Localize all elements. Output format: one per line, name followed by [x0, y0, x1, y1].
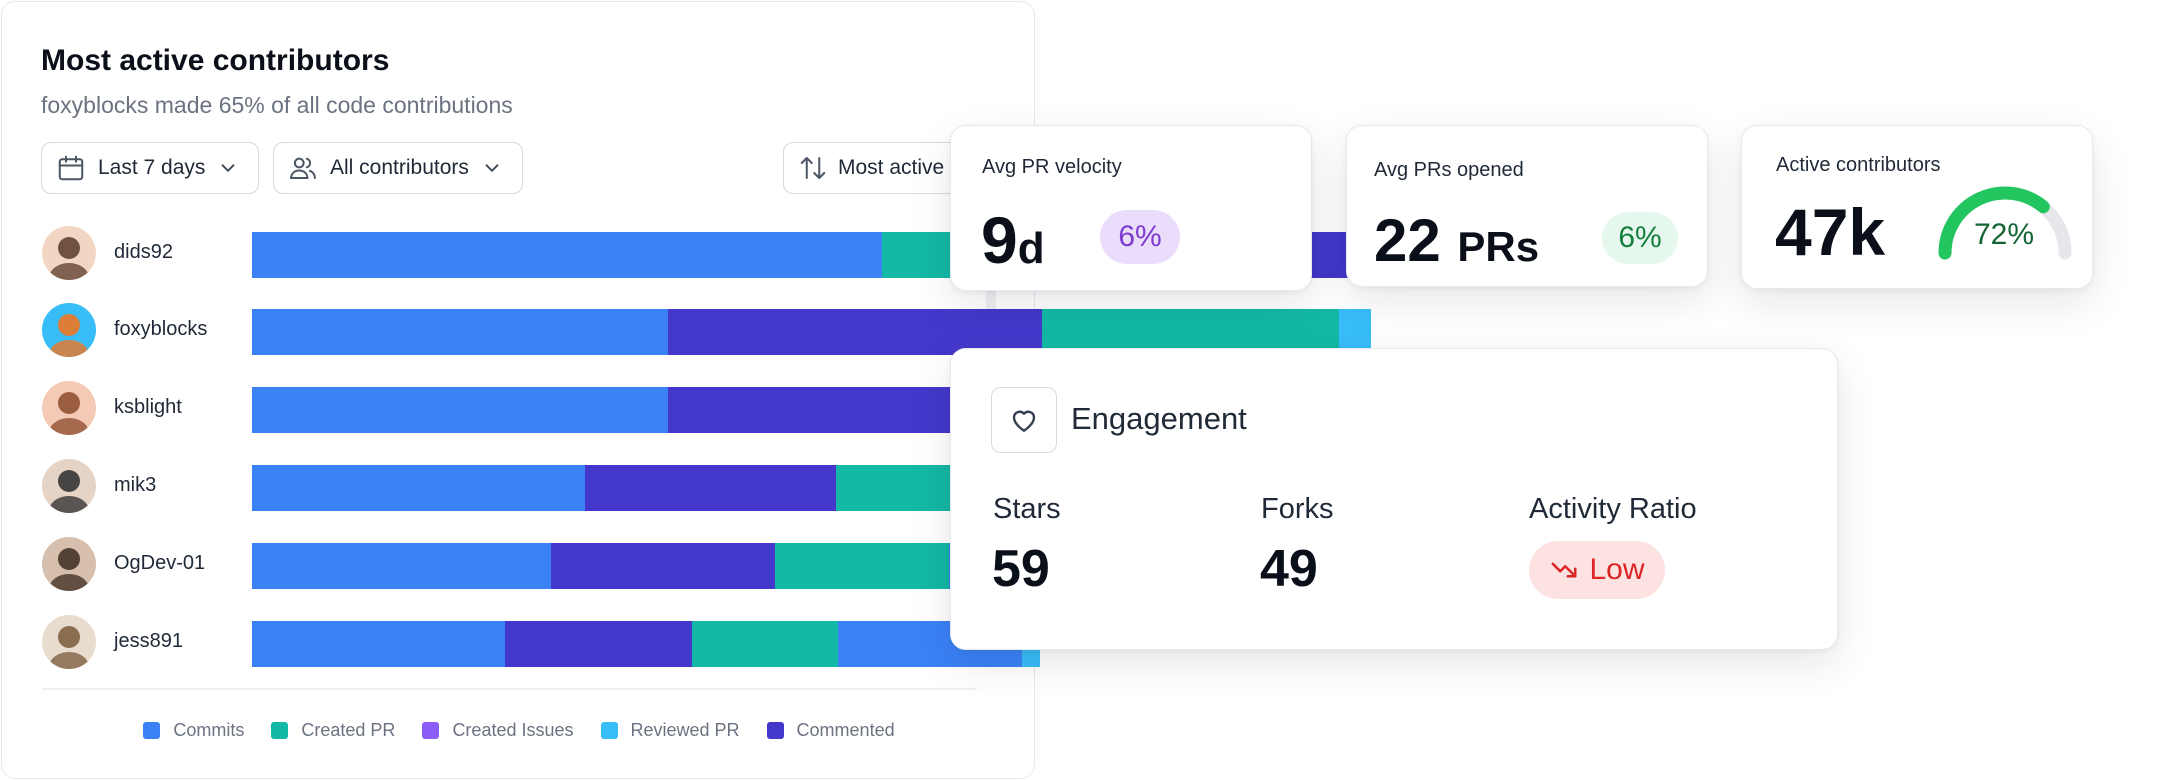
- bar-segment-commented[interactable]: [504, 621, 693, 667]
- contributor-row[interactable]: ksblight: [42, 381, 1273, 437]
- legend-swatch: [600, 722, 618, 739]
- bar-segment-commits[interactable]: [252, 621, 505, 667]
- chart-legend: Commits Created PR Created Issues Reviewed …: [2, 720, 1036, 741]
- velocity-unit: d: [1017, 224, 1045, 273]
- users-icon: [290, 157, 316, 179]
- prs-number: 22: [1374, 207, 1441, 274]
- contributor-name[interactable]: foxyblocks: [114, 318, 207, 341]
- sort-dropdown[interactable]: Most active: [783, 142, 963, 194]
- avatar: [42, 615, 96, 669]
- change-badge: 6%: [1602, 212, 1678, 264]
- contributor-row[interactable]: foxyblocks: [42, 303, 1372, 359]
- time-range-label: Last 7 days: [98, 156, 206, 179]
- contributor-name[interactable]: jess891: [114, 630, 183, 653]
- legend-item: Created PR: [271, 720, 395, 741]
- contribution-bar[interactable]: [252, 621, 1040, 667]
- contributor-row[interactable]: mik3: [42, 459, 1204, 515]
- activity-ratio-label: Activity Ratio: [1529, 493, 1697, 525]
- legend-label: Created Issues: [452, 720, 574, 740]
- stat-label: Avg PRs opened: [1374, 159, 1524, 181]
- stat-label: Active contributors: [1776, 154, 1941, 176]
- legend-swatch: [422, 722, 440, 739]
- bar-segment-commits[interactable]: [252, 543, 551, 589]
- sort-icon: [800, 157, 826, 179]
- contributor-name[interactable]: dids92: [114, 241, 173, 264]
- chevron-down-icon: [485, 164, 499, 173]
- legend-item: Commits: [143, 720, 244, 741]
- stat-label: Avg PR velocity: [982, 156, 1122, 178]
- gauge-label: 72%: [1973, 218, 2035, 251]
- avatar: [42, 303, 96, 357]
- avatar: [42, 537, 96, 591]
- stars-label: Stars: [993, 493, 1061, 525]
- contributor-name[interactable]: mik3: [114, 474, 156, 497]
- stat-value: 47k: [1775, 195, 1886, 269]
- velocity-number: 9: [981, 203, 1018, 277]
- legend-label: Reviewed PR: [630, 720, 740, 740]
- bar-segment-commits[interactable]: [252, 232, 883, 278]
- contributor-name[interactable]: OgDev-01: [114, 552, 205, 575]
- contributor-row[interactable]: jess891: [42, 615, 1040, 671]
- legend-label: Commented: [796, 720, 895, 740]
- contributors-card: Most active contributors foxyblocks made…: [1, 1, 1525, 779]
- card-title: Most active contributors: [41, 44, 390, 77]
- contributor-row[interactable]: dids92: [42, 226, 1525, 282]
- bar-segment-created-pr[interactable]: [692, 621, 838, 667]
- legend-item: Commented: [766, 720, 895, 741]
- bar-segment-commented[interactable]: [550, 543, 776, 589]
- contributor-row[interactable]: OgDev-01: [42, 537, 1099, 593]
- legend-item: Reviewed PR: [600, 720, 740, 741]
- legend-item: Created Issues: [422, 720, 574, 741]
- activity-ratio-badge: Low: [1529, 541, 1665, 599]
- chevron-down-icon: [221, 164, 235, 173]
- forks-label: Forks: [1261, 493, 1334, 525]
- stat-value: 9d: [981, 202, 1045, 278]
- divider: [42, 688, 977, 690]
- avatar: [42, 381, 96, 435]
- avatar: [42, 459, 96, 513]
- trend-down-icon: [1551, 562, 1577, 578]
- legend-swatch: [143, 722, 161, 739]
- contributors-dropdown[interactable]: All contributors: [273, 142, 523, 194]
- contributor-name[interactable]: ksblight: [114, 396, 182, 419]
- forks-value: 49: [1260, 540, 1318, 598]
- bar-segment-created-pr[interactable]: [775, 543, 949, 589]
- contributors-label: All contributors: [330, 156, 469, 179]
- engagement-card: Engagement Stars 59 Forks 49 Activity Ra…: [950, 348, 1838, 650]
- heart-button[interactable]: [991, 387, 1057, 453]
- calendar-icon: [58, 155, 84, 181]
- stars-value: 59: [992, 540, 1050, 598]
- card-subtitle: foxyblocks made 65% of all code contribu…: [41, 92, 513, 118]
- bar-segment-commented[interactable]: [585, 465, 836, 511]
- bar-segment-commits[interactable]: [252, 387, 669, 433]
- prs-opened-card: Avg PRs opened 22 PRs 6%: [1346, 125, 1708, 287]
- legend-swatch: [766, 722, 784, 739]
- active-contributors-card: Active contributors 47k 72%: [1741, 125, 2093, 289]
- change-badge: 6%: [1100, 210, 1180, 264]
- stat-value: 22 PRs: [1374, 206, 1539, 275]
- contribution-bar[interactable]: [252, 232, 1525, 278]
- pr-velocity-card: Avg PR velocity 9d 6%: [950, 125, 1312, 291]
- bar-segment-commented[interactable]: [668, 387, 951, 433]
- heart-icon: [1012, 410, 1036, 432]
- engagement-title: Engagement: [1071, 401, 1247, 436]
- bar-segment-commits[interactable]: [252, 465, 586, 511]
- avatar: [42, 226, 96, 280]
- time-range-dropdown[interactable]: Last 7 days: [41, 142, 259, 194]
- sort-label: Most active: [838, 156, 945, 179]
- legend-label: Commits: [173, 720, 245, 740]
- legend-swatch: [271, 722, 289, 739]
- activity-ratio-value: Low: [1589, 553, 1645, 586]
- prs-unit: PRs: [1457, 223, 1540, 270]
- bar-segment-commits[interactable]: [252, 309, 669, 355]
- legend-label: Created PR: [301, 720, 396, 740]
